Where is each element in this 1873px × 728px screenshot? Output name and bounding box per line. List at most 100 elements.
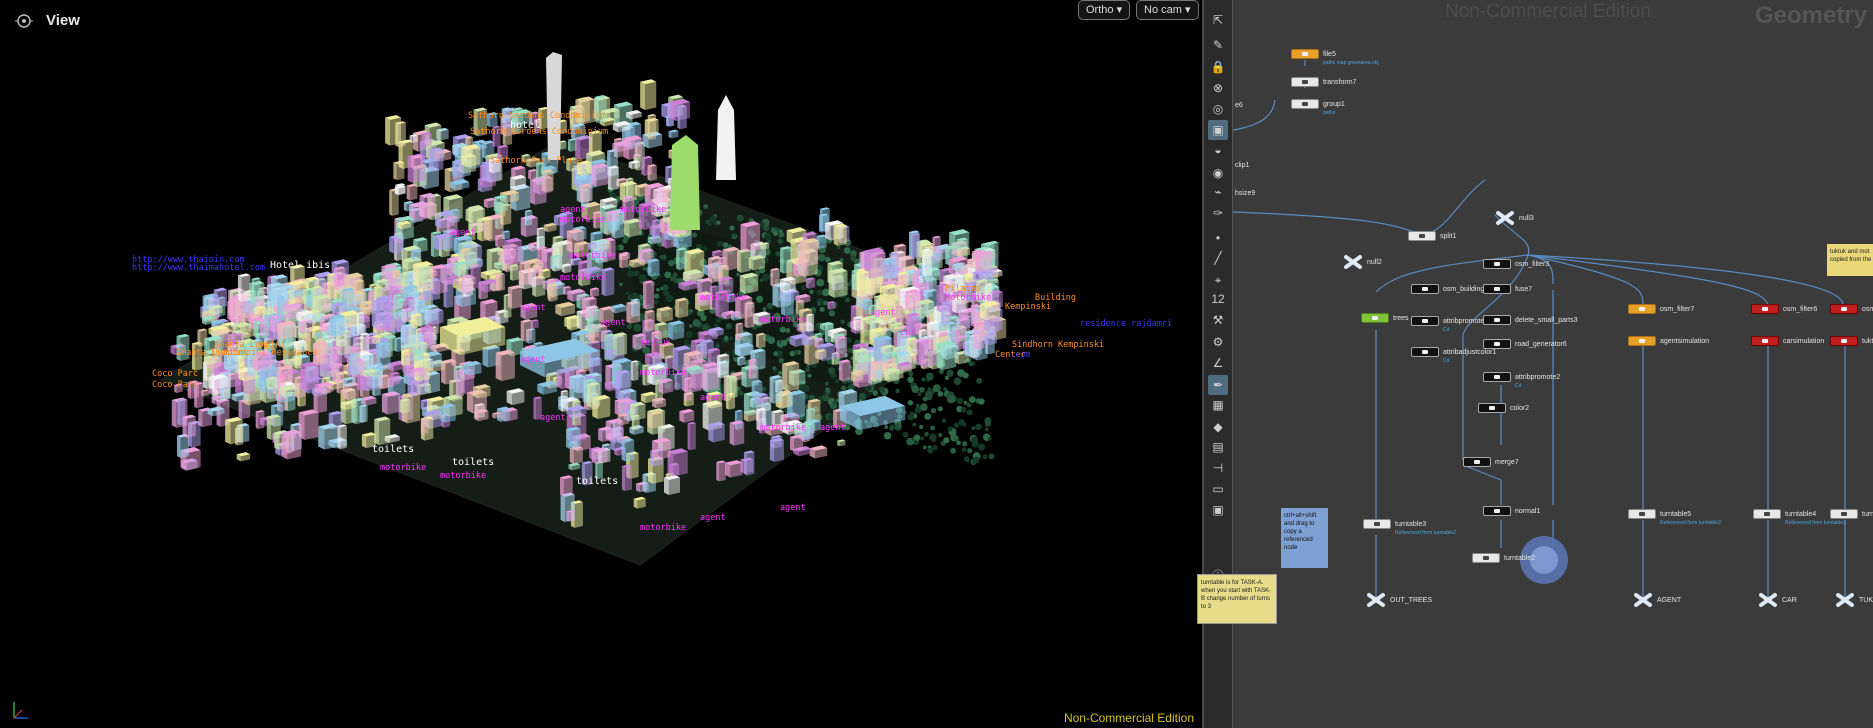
number-icon[interactable]: 12 [1208,289,1228,309]
node-icon[interactable] [1291,99,1319,109]
node-icon[interactable] [1411,284,1439,294]
tree [884,425,889,429]
node-icon[interactable] [1753,509,1781,519]
node-icon[interactable] [1628,509,1656,519]
node-icon[interactable] [1291,49,1319,59]
node-icon[interactable] [1408,231,1436,241]
sticky-note[interactable]: tuktuk and mot copied from the [1827,244,1873,276]
node-tuktu[interactable]: TUKTU [1835,592,1873,608]
node-turntable3[interactable]: turntable3 Referenced from turntable2 [1363,518,1456,536]
node-null3[interactable]: null3 [1495,210,1534,226]
display-icon[interactable]: ▣ [1208,500,1228,520]
pen-icon[interactable]: ✒ [1208,375,1228,395]
tree [615,246,620,251]
node-icon[interactable] [1483,315,1511,325]
node-split1[interactable]: split1 [1408,230,1456,242]
node-icon[interactable] [1483,284,1511,294]
node-group1[interactable]: group1 paths [1291,98,1345,116]
handle-icon[interactable]: ◎ [1208,99,1228,119]
node-carsimulation[interactable]: carsimulation [1751,335,1824,347]
sticky-note[interactable]: ctrl+alt+shift and drag to copy a refere… [1281,508,1328,568]
node-trees[interactable]: trees [1361,312,1409,324]
node-turntable5[interactable]: turntable5 Referenced from turntable2 [1628,508,1721,526]
node-attribadjustcolor1[interactable]: attribadjustcolor1 Cd [1411,346,1496,364]
null-node-icon[interactable] [1366,592,1386,608]
angle-icon[interactable]: ∠ [1208,353,1228,373]
node-icon[interactable] [1363,519,1391,529]
sticky-note[interactable]: turntable is for TASK-A. when you start … [1197,574,1277,624]
node-attribpromote1[interactable]: attribpromote1 Cd [1411,315,1488,333]
scene-viewport[interactable]: View Ortho ▾ No cam ▾ Sathorn Gardens Co… [0,0,1202,728]
null-node-icon[interactable] [1495,210,1515,226]
network-editor[interactable]: Non-Commercial Edition Geometry file5 pat… [1233,0,1873,728]
building [897,274,908,286]
node-icon[interactable] [1483,506,1511,516]
node-turntabl[interactable]: turntabl [1830,508,1873,520]
node-icon[interactable] [1483,372,1511,382]
node-agentsimulation[interactable]: agentsimulation [1628,335,1709,347]
node-icon[interactable] [1411,347,1439,357]
node-icon[interactable] [1830,336,1858,346]
node-attribpromote2[interactable]: attribpromote2 Cd [1483,371,1560,389]
node-icon[interactable] [1478,403,1506,413]
node-turntable4[interactable]: turntable4 Referenced from turntable2 [1753,508,1846,526]
node-fuse7[interactable]: fuse7 [1483,283,1532,295]
dropper-icon[interactable]: ⌖ [1208,270,1228,290]
shape-icon[interactable]: ◆ [1208,417,1228,437]
node-icon[interactable] [1751,336,1779,346]
brush-icon[interactable]: ⌁ [1208,182,1228,202]
node-icon[interactable] [1411,316,1439,326]
node-osm-buildings1[interactable]: osm_buildings1 [1411,283,1492,295]
node-tuktu[interactable]: tuktu [1830,335,1873,347]
tool-a-icon[interactable]: ⚒ [1208,310,1228,330]
select-icon[interactable]: ⇱ [1208,10,1228,30]
tree [785,328,791,333]
dot-icon[interactable]: • [1208,228,1228,248]
node-icon[interactable] [1628,336,1656,346]
node-null2[interactable]: null2 [1343,254,1382,270]
node-icon[interactable] [1463,457,1491,467]
node-icon[interactable] [1483,259,1511,269]
node-color2[interactable]: color2 [1478,402,1529,414]
node-osm-filter7[interactable]: osm_filter7 [1628,303,1694,315]
null-node-icon[interactable] [1835,592,1855,608]
null-node-icon[interactable] [1343,254,1363,270]
node-agent[interactable]: AGENT [1633,592,1681,608]
node-osm-filter6[interactable]: osm_filter6 [1751,303,1817,315]
tool-b-icon[interactable]: ⚙ [1208,332,1228,352]
node-out-trees[interactable]: OUT_TREES [1366,592,1432,608]
node-icon[interactable] [1830,304,1858,314]
node-icon[interactable] [1830,509,1858,519]
node-osm-fi[interactable]: osm_fi [1830,303,1873,315]
pose-icon[interactable]: ✎ [1208,35,1228,55]
node-turntable2[interactable]: turntable2 [1472,552,1535,564]
city-scene: Sathorn Gardens CondominiumhotelSathorn … [132,52,1172,566]
measure-icon[interactable]: ⊣ [1208,458,1228,478]
checker-icon[interactable]: ▦ [1208,395,1228,415]
building [376,341,391,371]
null-node-icon[interactable] [1758,592,1778,608]
node-icon[interactable] [1472,553,1500,563]
null-node-icon[interactable] [1633,592,1653,608]
node-transform7[interactable]: transform7 [1291,76,1356,88]
node-delete-small-parts3[interactable]: delete_small_parts3 [1483,314,1578,326]
node-file5[interactable]: file5 paths map greenarea.obj [1291,48,1379,66]
ghost-icon[interactable]: ◒ [1208,140,1228,160]
node-icon[interactable] [1361,313,1389,323]
lock-icon[interactable]: 🔒 [1208,57,1228,77]
paint-icon[interactable]: ✑ [1208,203,1228,223]
node-osm-filter3[interactable]: osm_filter3 [1483,258,1549,270]
node-merge7[interactable]: merge7 [1463,456,1519,468]
node-icon[interactable] [1751,304,1779,314]
camera-icon[interactable]: ◉ [1208,163,1228,183]
node-icon[interactable] [1628,304,1656,314]
line-icon[interactable]: ╱ [1208,248,1228,268]
frame-icon[interactable]: ▭ [1208,479,1228,499]
snap-icon[interactable]: ▣ [1208,120,1228,140]
node-car[interactable]: CAR [1758,592,1797,608]
tree [629,293,636,300]
node-normal1[interactable]: normal1 [1483,505,1540,517]
node-icon[interactable] [1291,77,1319,87]
image-icon[interactable]: ▤ [1208,437,1228,457]
cancel-icon[interactable]: ⊗ [1208,78,1228,98]
